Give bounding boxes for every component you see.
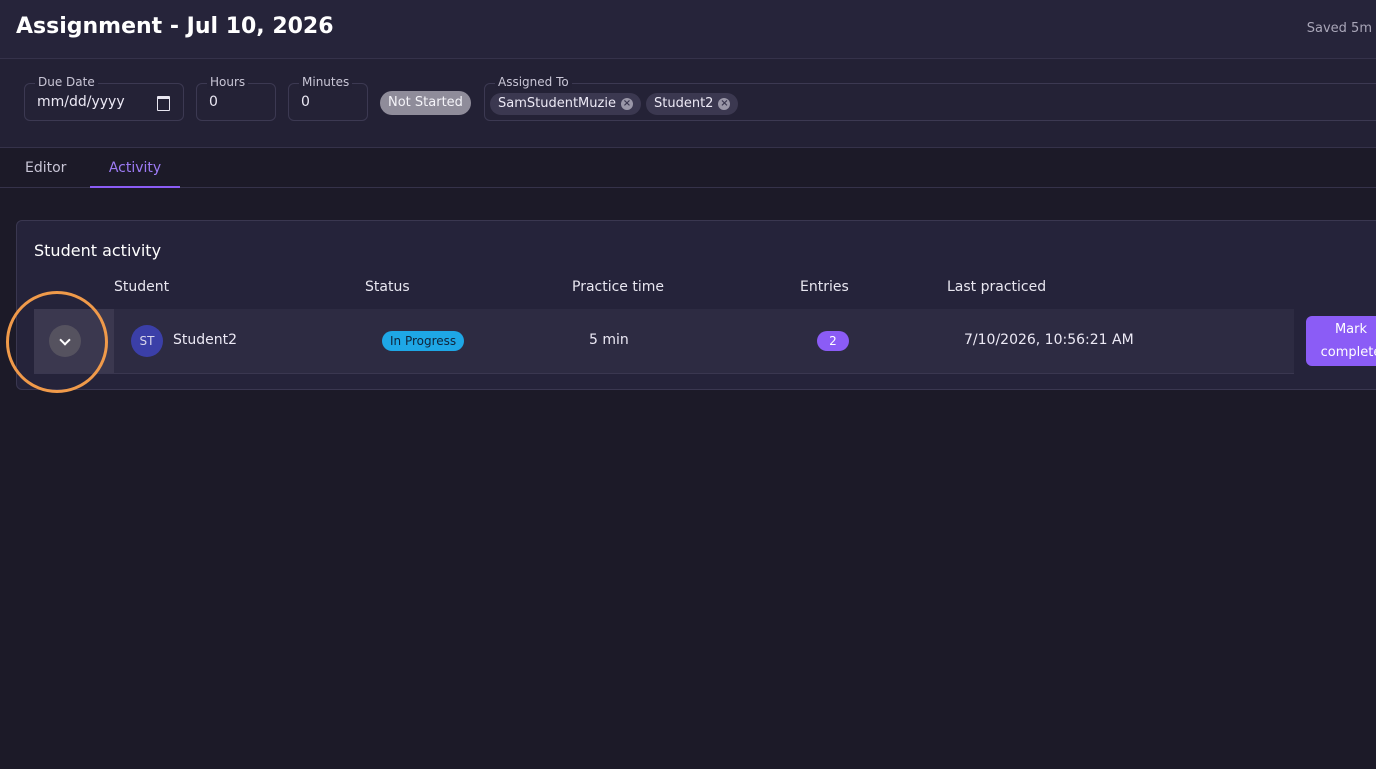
column-header-entries: Entries	[800, 279, 849, 295]
expand-cell	[34, 309, 114, 373]
due-date-value[interactable]: mm/dd/yyyy	[37, 94, 125, 110]
minutes-label: Minutes	[299, 75, 353, 89]
column-header-last-practiced: Last practiced	[947, 279, 1047, 295]
avatar: ST	[131, 325, 163, 357]
student-activity-card: Student activity Student Status Practice…	[16, 220, 1376, 390]
expand-row-button[interactable]	[49, 325, 81, 357]
table-row[interactable]: ST Student2 In Progress 5 min 2 7/10/202…	[34, 309, 1294, 374]
close-circle-icon[interactable]: ×	[620, 98, 633, 110]
assigned-to-label: Assigned To	[495, 75, 572, 89]
assignee-chip-label: SamStudentMuzie	[498, 96, 616, 111]
assignee-chip[interactable]: SamStudentMuzie ×	[490, 93, 641, 115]
assigned-to-field[interactable]: Assigned To SamStudentMuzie × Student2 ×	[484, 75, 1376, 121]
column-header-student: Student	[114, 279, 170, 295]
assignment-toolbar: Due Date mm/dd/yyyy Hours 0 Minutes 0 As…	[0, 59, 1376, 148]
tab-editor[interactable]: Editor	[25, 148, 66, 186]
close-circle-icon[interactable]: ×	[718, 98, 731, 110]
tab-bar: Editor Activity	[0, 148, 1376, 188]
status-badge: In Progress	[382, 331, 465, 351]
card-title: Student activity	[34, 241, 162, 260]
column-header-practice-time: Practice time	[572, 279, 664, 295]
hours-label: Hours	[207, 75, 249, 89]
due-date-field[interactable]: Due Date mm/dd/yyyy	[24, 75, 184, 121]
assignee-chip[interactable]: Student2 ×	[646, 93, 739, 115]
hours-value[interactable]: 0	[209, 94, 218, 110]
assignment-status-badge[interactable]: Not Started	[380, 91, 471, 115]
calendar-icon[interactable]	[157, 96, 170, 111]
minutes-value[interactable]: 0	[301, 94, 310, 110]
mark-complete-button[interactable]: Mark complete	[1306, 316, 1376, 366]
page-header: Assignment - Jul 10, 2026 Saved 5m	[0, 0, 1376, 59]
practice-time: 5 min	[589, 332, 629, 348]
assignee-chip-label: Student2	[654, 96, 714, 111]
entries-count-badge: 2	[817, 331, 849, 351]
saved-status: Saved 5m	[1306, 21, 1372, 36]
chevron-down-icon	[59, 333, 71, 346]
column-header-status: Status	[365, 279, 410, 295]
due-date-label: Due Date	[35, 75, 98, 89]
minutes-field[interactable]: Minutes 0	[288, 75, 368, 121]
tab-activity[interactable]: Activity	[90, 148, 180, 188]
student-name: Student2	[173, 332, 238, 348]
page-title: Assignment - Jul 10, 2026	[16, 14, 334, 39]
last-practiced: 7/10/2026, 10:56:21 AM	[964, 332, 1134, 348]
hours-field[interactable]: Hours 0	[196, 75, 276, 121]
